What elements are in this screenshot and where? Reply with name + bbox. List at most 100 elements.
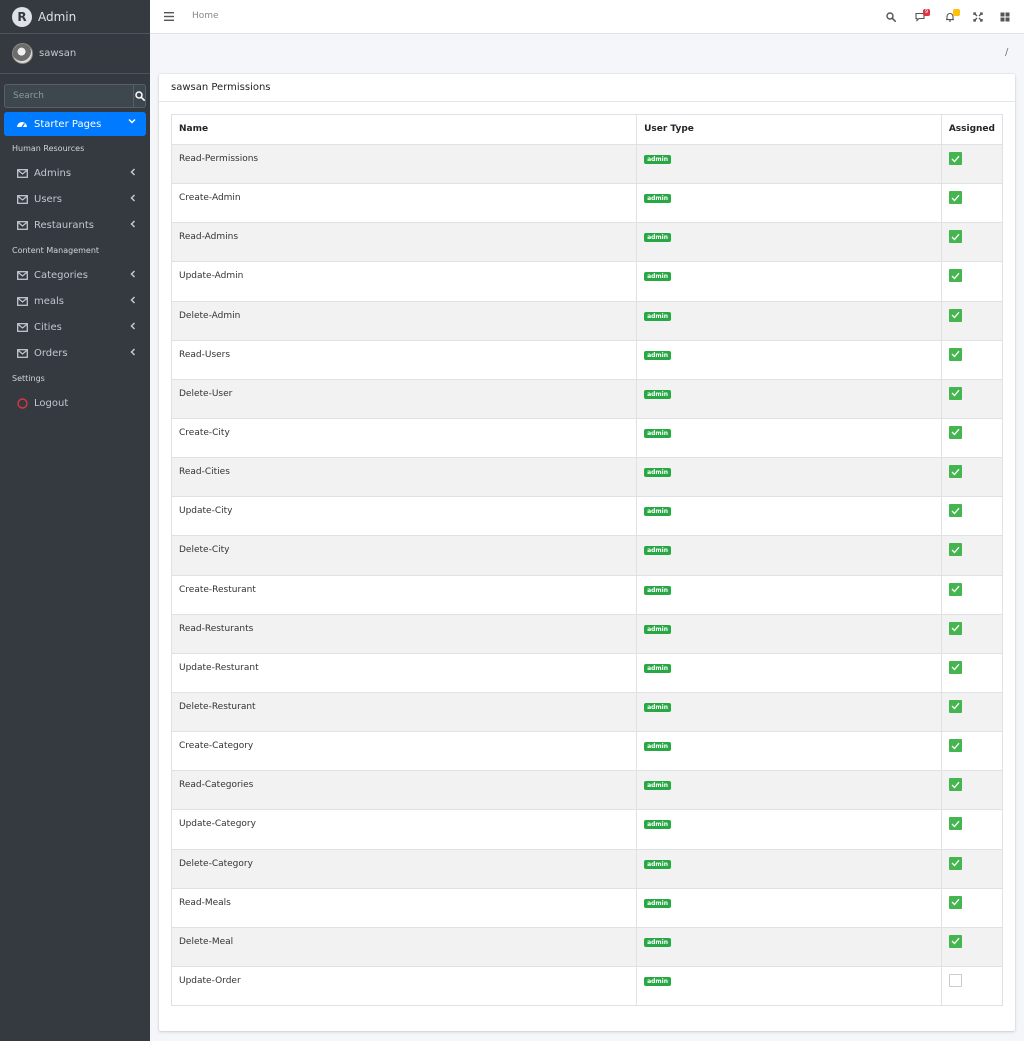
assigned-cell — [940, 770, 1004, 811]
sidebar-item-starter-pages[interactable]: Starter Pages — [4, 112, 146, 136]
sidebar-item-admins[interactable]: Admins — [0, 160, 150, 186]
user-type-cell: admin — [636, 535, 942, 576]
check-icon — [951, 820, 960, 828]
assigned-checkbox[interactable] — [948, 699, 962, 713]
assigned-checkbox[interactable] — [948, 934, 962, 948]
assigned-checkbox[interactable] — [948, 269, 962, 283]
messages-badge: 9 — [923, 9, 930, 16]
table-row: Read-Users admin — [170, 339, 1004, 380]
assigned-cell — [940, 417, 1004, 459]
column-header-name: Name — [170, 114, 638, 145]
table-row: Update-Category admin — [170, 809, 1004, 850]
assigned-checkbox[interactable] — [948, 660, 962, 674]
sidebar-item-label: Logout — [34, 397, 69, 409]
assigned-cell — [940, 848, 1004, 889]
sidebar-item-orders[interactable]: Orders — [0, 340, 150, 366]
assigned-cell — [940, 652, 1004, 693]
assigned-checkbox[interactable] — [948, 543, 962, 557]
envelope-icon — [17, 348, 28, 358]
fullscreen-icon[interactable] — [973, 12, 983, 22]
assigned-checkbox[interactable] — [948, 386, 962, 400]
notifications-button[interactable] — [945, 9, 960, 22]
sidebar-item-categories[interactable]: Categories — [0, 262, 150, 288]
brand-link[interactable]: R Admin — [0, 0, 150, 34]
permission-name: Update-Category — [170, 809, 638, 850]
user-type-cell: admin — [636, 887, 942, 928]
user-type-badge: admin — [644, 898, 672, 908]
user-type-badge: admin — [644, 781, 672, 791]
chevron-left-icon — [130, 296, 136, 304]
permission-name: Read-Users — [170, 339, 638, 380]
permission-name: Delete-Category — [170, 848, 638, 889]
nav-header-settings: Settings — [12, 373, 45, 383]
user-type-badge: admin — [644, 468, 672, 478]
check-icon — [951, 898, 960, 906]
sidebar-item-label: Starter Pages — [34, 118, 102, 130]
assigned-checkbox[interactable] — [948, 973, 962, 987]
envelope-icon — [17, 322, 28, 332]
chevron-left-icon — [130, 348, 136, 356]
sidebar-item-restaurants[interactable]: Restaurants — [0, 212, 150, 238]
sidebar: R Admin sawsan Starter Pages Human Resou… — [0, 0, 150, 1041]
assigned-cell — [940, 926, 1004, 967]
assigned-checkbox[interactable] — [948, 191, 962, 205]
envelope-icon — [17, 220, 28, 230]
hamburger-icon[interactable] — [164, 12, 174, 21]
assigned-cell — [940, 339, 1004, 380]
assigned-checkbox[interactable] — [948, 308, 962, 322]
apps-grid-icon[interactable] — [1000, 12, 1010, 22]
user-panel[interactable]: sawsan — [0, 34, 150, 74]
table-row: Update-City admin — [170, 496, 1004, 537]
table-row: Delete-Admin admin — [170, 300, 1004, 341]
chevron-left-icon — [130, 270, 136, 278]
user-type-badge: admin — [644, 428, 672, 438]
messages-button[interactable]: 9 — [915, 9, 930, 22]
assigned-checkbox[interactable] — [948, 504, 962, 518]
table-row: Delete-City admin — [170, 535, 1004, 576]
assigned-checkbox[interactable] — [948, 230, 962, 244]
assigned-checkbox[interactable] — [948, 895, 962, 909]
assigned-checkbox[interactable] — [948, 465, 962, 479]
permission-name: Delete-Resturant — [170, 691, 638, 733]
sidebar-item-label: meals — [34, 295, 65, 307]
user-type-cell: admin — [636, 652, 942, 693]
assigned-checkbox[interactable] — [948, 347, 962, 361]
sidebar-item-logout[interactable]: Logout — [0, 390, 150, 416]
assigned-checkbox[interactable] — [948, 817, 962, 831]
assigned-cell — [940, 809, 1004, 850]
table-row: Create-Resturant admin — [170, 574, 1004, 615]
search-input[interactable] — [4, 84, 133, 108]
table-row: Create-Admin admin — [170, 183, 1004, 224]
user-type-cell: admin — [636, 770, 942, 811]
envelope-icon — [17, 194, 28, 204]
sidebar-item-users[interactable]: Users — [0, 186, 150, 212]
sidebar-item-cities[interactable]: Cities — [0, 314, 150, 340]
user-type-cell: admin — [636, 417, 942, 459]
user-type-cell: admin — [636, 574, 942, 615]
assigned-checkbox[interactable] — [948, 152, 962, 165]
check-icon — [951, 546, 960, 554]
user-type-badge: admin — [644, 937, 672, 947]
sidebar-search — [4, 84, 146, 108]
assigned-checkbox[interactable] — [948, 425, 962, 439]
permission-name: Create-Admin — [170, 183, 638, 224]
assigned-checkbox[interactable] — [948, 739, 962, 753]
chevron-down-icon — [128, 118, 136, 124]
permission-name: Delete-City — [170, 535, 638, 576]
sidebar-item-meals[interactable]: meals — [0, 288, 150, 314]
assigned-checkbox[interactable] — [948, 582, 962, 596]
permission-name: Read-Admins — [170, 222, 638, 263]
user-type-cell: admin — [636, 339, 942, 380]
permissions-table-body: Read-Permissions admin Create-Admin admin Re… — [170, 143, 1004, 1007]
avatar — [12, 43, 33, 64]
assigned-checkbox[interactable] — [948, 621, 962, 635]
brand-logo: R — [12, 6, 32, 27]
chevron-left-icon — [130, 194, 136, 202]
search-button[interactable] — [133, 84, 146, 108]
permission-name: Read-Categories — [170, 770, 638, 811]
table-row: Read-Categories admin — [170, 770, 1004, 811]
assigned-checkbox[interactable] — [948, 778, 962, 792]
home-link[interactable]: Home — [192, 11, 219, 21]
search-icon[interactable] — [886, 12, 896, 22]
assigned-checkbox[interactable] — [948, 856, 962, 870]
